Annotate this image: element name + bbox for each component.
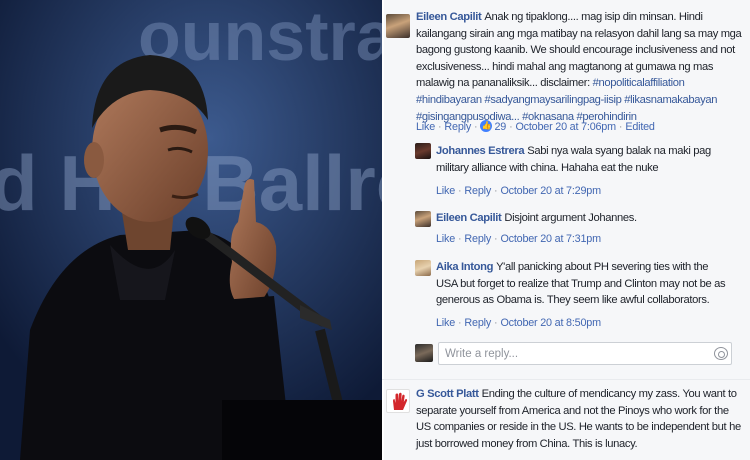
comment-timestamp[interactable]: October 20 at 7:31pm: [500, 233, 601, 245]
comment-author[interactable]: G Scott Platt: [416, 388, 479, 400]
comment-timestamp[interactable]: October 20 at 8:50pm: [500, 317, 601, 329]
reply-button[interactable]: Reply: [444, 121, 471, 133]
reply-eileen: Eileen Capilit Disjoint argument Johannes…: [436, 210, 736, 227]
avatar[interactable]: [415, 260, 431, 276]
like-count[interactable]: 29: [494, 121, 506, 133]
avatar[interactable]: [415, 211, 431, 227]
like-button[interactable]: Like: [416, 121, 435, 133]
comment-timestamp[interactable]: October 20 at 7:29pm: [500, 185, 601, 197]
avatar[interactable]: [386, 14, 410, 38]
reply-button[interactable]: Reply: [464, 233, 491, 245]
reply-aika: Aika Intong Y'all panicking about PH seve…: [436, 259, 732, 309]
comment-actions: Like · Reply · October 20 at 7:29pm: [436, 185, 601, 197]
news-photo: ounstrauug d Hal Ballro: [0, 0, 382, 460]
reply-input[interactable]: [438, 342, 732, 365]
like-button[interactable]: Like: [436, 233, 455, 245]
reply-button[interactable]: Reply: [464, 185, 491, 197]
comment-author[interactable]: Eileen Capilit: [416, 11, 482, 23]
edited-label[interactable]: Edited: [625, 121, 655, 133]
comment-timestamp[interactable]: October 20 at 7:06pm: [515, 121, 616, 133]
comment-author[interactable]: Johannes Estrera: [436, 145, 525, 157]
hand-stop-icon: [393, 392, 408, 410]
comment-author[interactable]: Aika Intong: [436, 261, 493, 273]
reply-button[interactable]: Reply: [464, 317, 491, 329]
like-count-icon: [480, 119, 493, 133]
comment-eileen-1: Eileen Capilit Anak ng tipaklong.... mag …: [416, 9, 746, 125]
comment-body: Disjoint argument Johannes.: [504, 212, 637, 224]
comment-actions: Like·Reply·29·October 20 at 7:06pm·Edite…: [416, 119, 655, 134]
like-button[interactable]: Like: [436, 317, 455, 329]
comment-author[interactable]: Eileen Capilit: [436, 212, 502, 224]
divider: [382, 379, 750, 380]
comment-actions: Like · Reply · October 20 at 7:31pm: [436, 233, 601, 245]
reply-johannes: Johannes Estrera Sabi nya wala syang bala…: [436, 143, 736, 176]
speaker-illustration: ounstrauug d Hal Ballro: [0, 0, 382, 460]
avatar[interactable]: [386, 389, 410, 413]
current-user-avatar: [415, 344, 433, 362]
avatar[interactable]: [415, 143, 431, 159]
like-button[interactable]: Like: [436, 185, 455, 197]
comment-actions: Like · Reply · October 20 at 8:50pm: [436, 317, 601, 329]
camera-icon[interactable]: [714, 347, 728, 360]
comment-scott: G Scott Platt Ending the culture of mendi…: [416, 386, 746, 452]
